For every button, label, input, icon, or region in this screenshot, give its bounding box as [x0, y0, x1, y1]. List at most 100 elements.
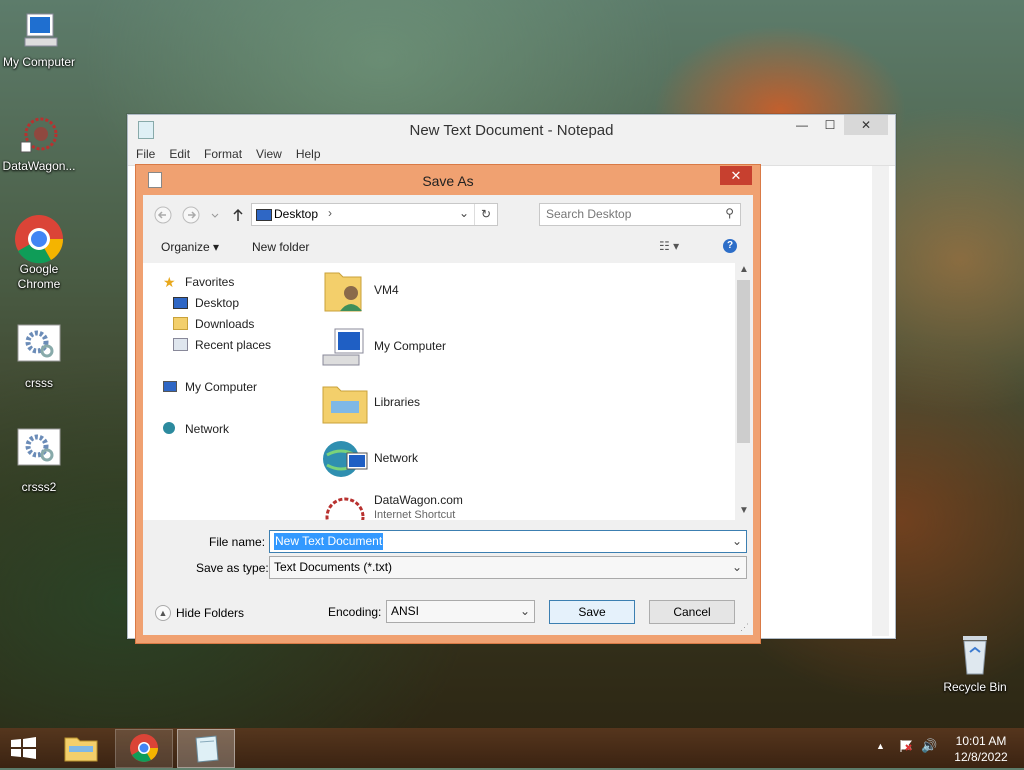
computer-icon [17, 8, 61, 52]
list-item-my-computer[interactable]: My Computer [321, 323, 701, 373]
address-location[interactable]: Desktop [274, 207, 318, 221]
desktop-icon-recycle-bin[interactable]: Recycle Bin [936, 630, 1014, 695]
view-options-icon[interactable]: ☷ ▾ [659, 239, 679, 253]
dialog-close-button[interactable]: ✕ [720, 166, 752, 185]
computer-icon [163, 381, 177, 392]
refresh-icon[interactable]: ↻ [474, 204, 497, 225]
scroll-up-icon[interactable]: ▲ [739, 264, 749, 275]
minimize-button[interactable]: — [788, 115, 816, 135]
dialog-titlebar[interactable]: Save As ✕ [136, 165, 760, 195]
libraries-folder-icon [322, 386, 368, 424]
list-item-datawagon[interactable]: DataWagon.com Internet Shortcut [321, 489, 701, 520]
desktop-icon [173, 297, 188, 309]
user-folder-icon [324, 272, 362, 312]
maximize-button[interactable]: ☐ [816, 115, 844, 135]
clock-date: 12/8/2022 [954, 750, 1008, 764]
nav-network[interactable]: Network [163, 420, 303, 438]
notepad-titlebar[interactable]: New Text Document - Notepad — ☐ ✕ [128, 115, 895, 143]
menu-format[interactable]: Format [196, 143, 248, 161]
file-list-scrollbar[interactable]: ▲ ▼ [735, 263, 752, 520]
desktop-icon-label: DataWagon... [2, 159, 76, 173]
dialog-title: Save As [422, 173, 474, 189]
desktop-icon-label: Google Chrome [17, 262, 61, 291]
organize-button[interactable]: Organize ▾ [161, 240, 219, 254]
help-icon[interactable]: ? [723, 239, 737, 253]
menu-view[interactable]: View [248, 143, 288, 161]
resize-grip-icon[interactable]: ⋰ [740, 622, 749, 633]
item-subtitle: Internet Shortcut [374, 509, 456, 520]
breadcrumb-separator[interactable]: › [328, 206, 332, 220]
chevron-down-icon: ⌄ [519, 604, 530, 618]
notepad-vertical-scrollbar[interactable] [872, 166, 889, 636]
volume-icon[interactable]: 🔊 [921, 738, 937, 754]
taskbar-file-explorer[interactable] [53, 729, 109, 766]
list-item-vm4[interactable]: VM4 [321, 267, 701, 317]
datawagon-icon [17, 112, 61, 156]
taskbar-notepad[interactable] [177, 729, 235, 768]
hide-folders-button[interactable]: ▲ Hide Folders [155, 604, 255, 622]
search-input[interactable]: Search Desktop [546, 207, 631, 221]
save-as-dialog: Save As ✕ Desktop › ⌄ ↻ Search Desktop ⚲… [135, 164, 761, 644]
notepad-icon [195, 735, 219, 763]
encoding-label: Encoding: [328, 605, 382, 619]
up-arrow-icon [233, 208, 243, 221]
chrome-icon [15, 214, 64, 264]
notepad-menubar: File Edit Format View Help [128, 143, 895, 166]
save-button[interactable]: Save [549, 600, 635, 624]
new-folder-button[interactable]: New folder [252, 240, 309, 254]
nav-recent-places[interactable]: Recent places [173, 336, 303, 354]
save-type-label: Save as type: [196, 561, 269, 575]
star-icon: ★ [163, 274, 176, 290]
clock[interactable]: 10:01 AM 12/8/2022 [946, 733, 1016, 765]
menu-file[interactable]: File [128, 143, 161, 161]
recycle-bin-icon [953, 630, 997, 675]
desktop-icon-crsss2[interactable]: crsss2 [0, 428, 78, 495]
desktop-icon-label: crsss2 [21, 480, 57, 494]
chevron-down-icon: ⌄ [731, 560, 742, 574]
close-button[interactable]: ✕ [844, 115, 888, 135]
menu-edit[interactable]: Edit [161, 143, 196, 161]
save-type-select[interactable]: Text Documents (*.txt) ⌄ [269, 556, 747, 579]
desktop-icon-label: My Computer [2, 55, 76, 69]
recent-dropdown-icon [211, 213, 219, 218]
start-button[interactable] [8, 736, 38, 760]
scroll-thumb[interactable] [737, 280, 750, 443]
menu-help[interactable]: Help [288, 143, 327, 161]
list-item-libraries[interactable]: Libraries [321, 379, 701, 429]
file-explorer-icon [64, 737, 98, 762]
scroll-down-icon[interactable]: ▼ [739, 505, 749, 516]
list-item-network[interactable]: Network [321, 435, 701, 485]
navigation-arrows [154, 206, 243, 224]
encoding-select[interactable]: ANSI ⌄ [386, 600, 535, 623]
dialog-body: Desktop › ⌄ ↻ Search Desktop ⚲ Organize … [143, 195, 753, 635]
desktop-folder-icon [256, 209, 272, 221]
back-arrow-icon [154, 206, 172, 224]
file-name-field[interactable]: New Text Document ⌄ [269, 530, 747, 553]
datawagon-icon [325, 497, 365, 520]
taskbar: ▲ 🔊 10:01 AM 12/8/2022 [0, 728, 1024, 768]
desktop-icon-crsss[interactable]: crsss [0, 324, 78, 391]
search-box[interactable]: Search Desktop ⚲ [539, 203, 741, 226]
command-bar: Organize ▾ New folder ☷ ▾ ? [143, 233, 753, 262]
chevron-down-icon[interactable]: ⌄ [732, 531, 742, 552]
taskbar-chrome[interactable] [115, 729, 173, 768]
desktop-icon-datawagon[interactable]: DataWagon... [0, 112, 78, 174]
action-center-flag-icon[interactable] [899, 739, 913, 753]
show-hidden-icons-icon[interactable]: ▲ [876, 741, 885, 751]
desktop-icon-my-computer[interactable]: My Computer [0, 8, 78, 70]
file-name-input[interactable]: New Text Document [274, 533, 384, 550]
nav-downloads[interactable]: Downloads [173, 315, 303, 333]
desktop-icon-google-chrome[interactable]: Google Chrome [0, 214, 78, 292]
nav-favorites[interactable]: ★ Favorites [163, 273, 303, 291]
nav-desktop[interactable]: Desktop [173, 294, 303, 312]
windows-logo-icon [11, 737, 36, 759]
clock-time: 10:01 AM [955, 734, 1007, 748]
nav-my-computer[interactable]: My Computer [163, 378, 303, 396]
file-name-label: File name: [209, 535, 266, 549]
cancel-button[interactable]: Cancel [649, 600, 735, 624]
address-dropdown-icon[interactable]: ⌄ [459, 206, 469, 220]
address-bar[interactable]: Desktop › ⌄ ↻ [251, 203, 498, 226]
computer-icon [322, 328, 364, 366]
notepad-title: New Text Document - Notepad [409, 122, 614, 139]
search-icon: ⚲ [725, 206, 734, 220]
